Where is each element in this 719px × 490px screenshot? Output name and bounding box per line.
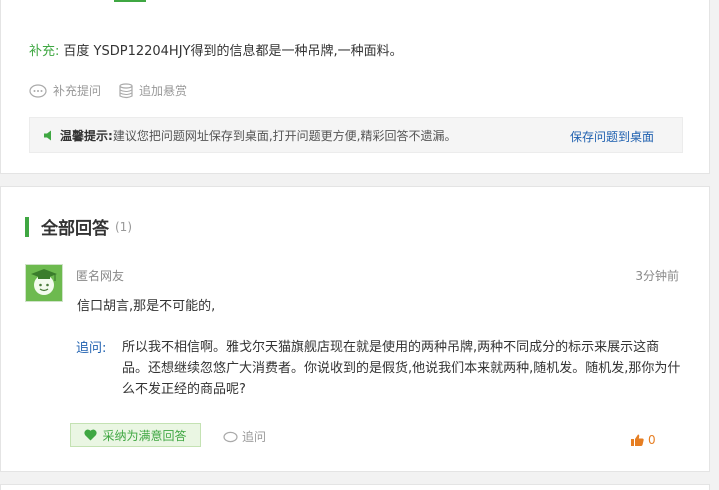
like-count: 0 [648, 433, 656, 447]
avatar[interactable] [25, 264, 63, 302]
add-reward-button[interactable]: 追加悬赏 [119, 82, 187, 99]
followup-text: 所以我不相信啊。雅戈尔天猫旗舰店现在就是使用的两种吊牌,两种不同成分的标示来展示… [122, 340, 681, 397]
like-button[interactable]: 0 [631, 433, 656, 447]
followup-ask-button[interactable]: 追问 [223, 428, 266, 445]
question-actions: 补充提问 追加悬赏 [29, 82, 187, 99]
answers-count: (1) [115, 219, 132, 234]
speaker-icon [44, 130, 54, 141]
answer-text: 信口胡言,那是不可能的, [77, 299, 216, 314]
tip-banner: 温馨提示: 建议您把问题网址保存到桌面,打开问题更方便,精彩回答不遗漏。 保存问… [29, 117, 683, 153]
answers-title: 全部回答 [41, 219, 109, 239]
answer-time: 3分钟前 [635, 269, 679, 283]
graduate-avatar-icon [27, 264, 61, 302]
speech-bubble-icon [223, 431, 238, 443]
ask-label: 追问 [242, 430, 267, 444]
add-question-label: 补充提问 [53, 84, 102, 98]
heart-icon [84, 429, 98, 441]
supplement-text: 百度 YSDP12204HJY得到的信息都是一种吊牌,一种面料。 [63, 44, 403, 59]
answer-username: 匿名网友 [76, 269, 125, 283]
accept-label: 采纳为满意回答 [102, 428, 187, 443]
heading-accent-bar [25, 216, 29, 237]
add-reward-label: 追加悬赏 [139, 84, 188, 98]
coin-stack-icon [119, 82, 133, 99]
save-to-desktop-link[interactable]: 保存问题到桌面 [570, 128, 654, 145]
tip-title: 温馨提示: [60, 128, 113, 143]
question-card: 补充: 百度 YSDP12204HJY得到的信息都是一种吊牌,一种面料。 补充提问… [0, 0, 710, 174]
answers-heading: 全部回答 (1) [25, 214, 132, 239]
tip-text: 建议您把问题网址保存到桌面,打开问题更方便,精彩回答不遗漏。 [112, 128, 457, 143]
speech-bubble-icon [29, 83, 47, 98]
accept-answer-button[interactable]: 采纳为满意回答 [70, 423, 201, 447]
next-card [0, 484, 710, 490]
question-supplement: 补充: 百度 YSDP12204HJY得到的信息都是一种吊牌,一种面料。 [29, 40, 403, 59]
active-tab-indicator [114, 0, 146, 2]
thumbs-up-icon [631, 434, 644, 446]
add-question-button[interactable]: 补充提问 [29, 82, 101, 99]
supplement-label: 补充: [29, 44, 60, 59]
followup-label: 追问: [76, 341, 107, 356]
answers-card: 全部回答 (1) 匿名网友 3分钟前 信口胡言,那是不可能的, 追问: 所以我不… [0, 186, 710, 472]
